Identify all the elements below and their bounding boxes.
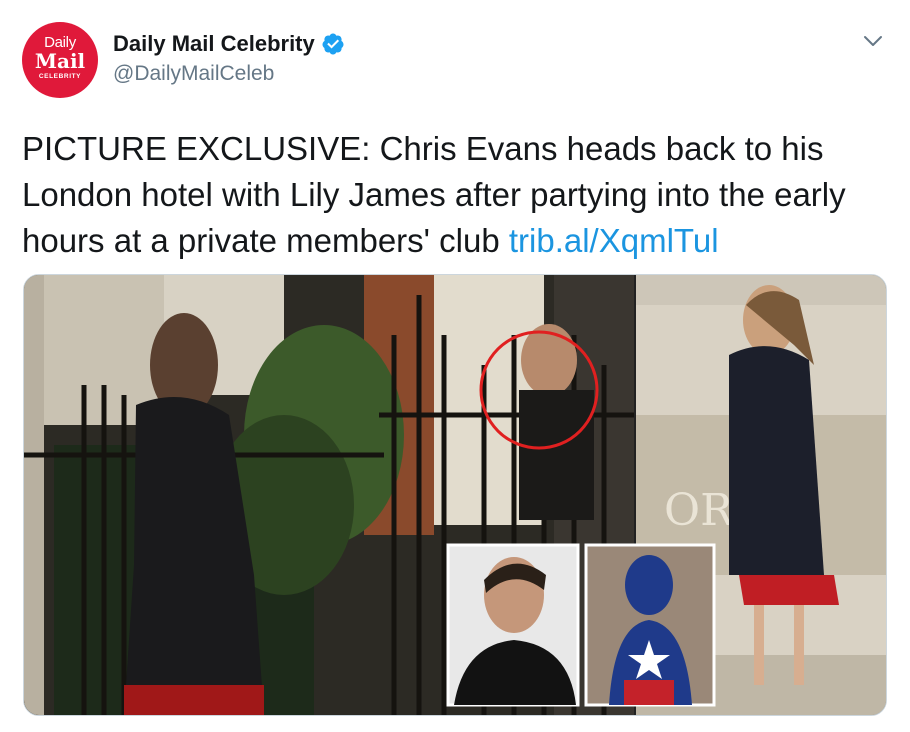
chevron-down-icon[interactable] (862, 30, 884, 52)
avatar[interactable]: Daily Mail CELEBRITY (22, 22, 98, 98)
author-name-row[interactable]: Daily Mail Celebrity (113, 31, 345, 57)
avatar-text-celebrity: CELEBRITY (38, 73, 82, 80)
inset-photo-costume (584, 543, 716, 707)
inset-photo-portrait (446, 543, 580, 707)
tweet-media[interactable]: OR HI (23, 274, 887, 716)
media-photo-collage: OR HI (24, 275, 886, 715)
handle[interactable]: @DailyMailCeleb (113, 62, 274, 86)
verified-badge-icon (322, 33, 344, 55)
tweet-body: PICTURE EXCLUSIVE: Chris Evans heads bac… (22, 130, 846, 259)
avatar-text-mail: Mail (34, 49, 86, 73)
tweet-text: PICTURE EXCLUSIVE: Chris Evans heads bac… (22, 126, 892, 264)
display-name[interactable]: Daily Mail Celebrity (113, 31, 315, 57)
tweet-link[interactable]: trib.al/XqmlTul (509, 222, 719, 259)
